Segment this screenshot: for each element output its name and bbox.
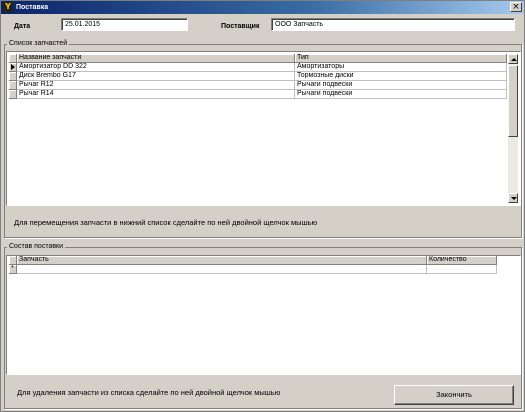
column-header-part[interactable]: Запчасть [17, 256, 427, 265]
scroll-up-icon [511, 58, 517, 61]
part-type-cell[interactable]: Тормозные диски [295, 72, 507, 81]
supplier-field[interactable]: ООО Запчасть [271, 18, 515, 31]
close-button[interactable]: × [510, 2, 522, 12]
delivery-grid[interactable]: Запчасть Количество * [6, 255, 521, 375]
supplier-label: Поставщик [221, 23, 260, 30]
header-indicator-cell [9, 54, 17, 63]
scroll-thumb[interactable] [508, 65, 518, 137]
row-indicator [9, 63, 17, 72]
title-bar[interactable]: Y Поставка × [1, 1, 524, 14]
delivery-grid-header: Запчасть Количество [9, 256, 497, 265]
scroll-down-icon [511, 197, 517, 200]
date-field[interactable]: 25.01.2015 [61, 18, 188, 31]
row-indicator [9, 81, 17, 90]
part-type-cell[interactable]: Рычаги подвески [295, 90, 507, 99]
parts-row[interactable]: Рычаг R12 Рычаги подвески [9, 81, 507, 90]
new-record-quantity-cell[interactable] [427, 265, 497, 274]
new-record-part-cell[interactable] [17, 265, 427, 274]
delivery-group-title: Состав поставки [7, 243, 66, 251]
parts-row[interactable]: Рычаг R14 Рычаги подвески [9, 90, 507, 99]
parts-list-hint: Для перемещения запчасти в нижний список… [14, 218, 318, 227]
part-name-cell[interactable]: Амортизатор DD 322 [17, 63, 295, 72]
part-name-cell[interactable]: Рычаг R12 [17, 81, 295, 90]
window-title: Поставка [16, 4, 49, 11]
new-record-indicator: * [9, 265, 17, 274]
part-type-cell[interactable]: Рычаги подвески [295, 81, 507, 90]
scroll-down-button[interactable] [508, 193, 518, 203]
parts-grid-header: Название запчасти Тип [9, 54, 507, 63]
column-header-type[interactable]: Тип [295, 54, 507, 63]
part-name-cell[interactable]: Рычаг R14 [17, 90, 295, 99]
column-header-quantity[interactable]: Количество [427, 256, 497, 265]
delivery-hint: Для удаления запчасти из списка сделайте… [17, 388, 281, 397]
finish-button[interactable]: Закончить [394, 385, 514, 405]
current-row-arrow-icon [10, 64, 15, 70]
row-indicator [9, 90, 17, 99]
new-record-row[interactable]: * [9, 265, 497, 274]
part-type-cell[interactable]: Амортизаторы [295, 63, 507, 72]
parts-grid[interactable]: Название запчасти Тип Амортизатор DD 322… [6, 51, 521, 206]
column-header-part-name[interactable]: Название запчасти [17, 54, 295, 63]
parts-grid-scrollbar[interactable] [508, 54, 518, 203]
part-name-cell[interactable]: Диск Brembo G17 [17, 72, 295, 81]
row-indicator [9, 72, 17, 81]
new-record-icon: * [11, 265, 14, 272]
delivery-window: Y Поставка × Дата 25.01.2015 Поставщик О… [0, 0, 525, 412]
header-indicator-cell [9, 256, 17, 265]
scroll-up-button[interactable] [508, 54, 518, 64]
parts-row[interactable]: Амортизатор DD 322 Амортизаторы [9, 63, 507, 72]
parts-row[interactable]: Диск Brembo G17 Тормозные диски [9, 72, 507, 81]
date-label: Дата [14, 23, 31, 30]
parts-list-group-title: Список запчастей [7, 40, 70, 48]
app-icon: Y [3, 2, 13, 12]
